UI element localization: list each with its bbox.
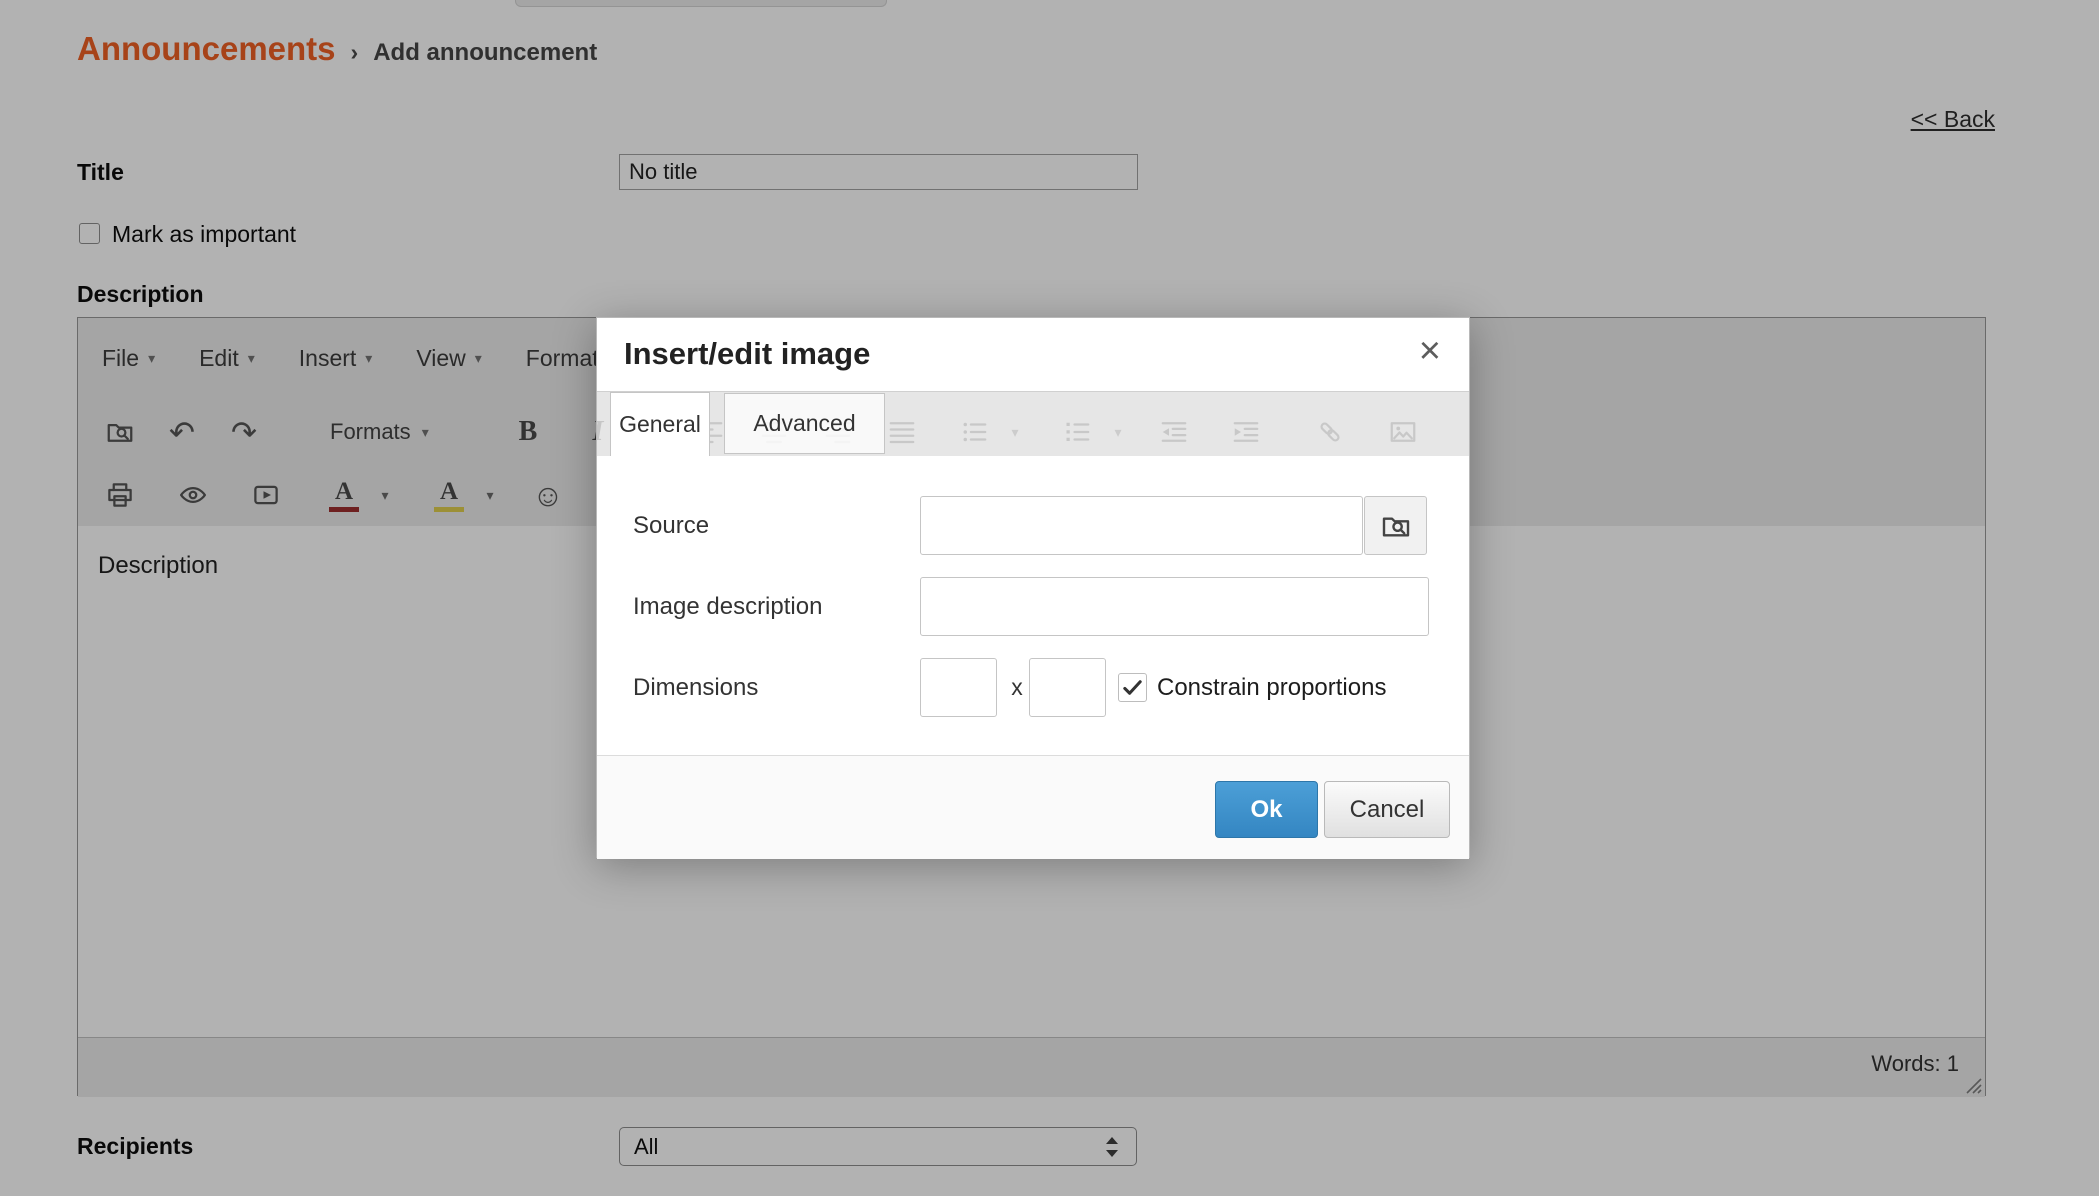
width-input[interactable] [920, 658, 997, 717]
dimensions-label: Dimensions [633, 658, 758, 717]
screen: Announcements › Add announcement << Back… [0, 0, 2099, 1196]
checkmark-icon [1121, 676, 1144, 699]
tab-general[interactable]: General [610, 392, 710, 456]
ok-button[interactable]: Ok [1215, 781, 1318, 838]
folder-search-icon [1380, 510, 1412, 542]
dimensions-row: Dimensions x Constrain proportions [597, 658, 1469, 717]
dialog-footer: Ok Cancel [597, 755, 1469, 859]
insert-edit-image-dialog: Insert/edit image × General Advanced Sou… [596, 317, 1470, 858]
dimensions-separator: x [1004, 658, 1030, 717]
cancel-button[interactable]: Cancel [1324, 781, 1450, 838]
constrain-proportions-checkbox[interactable] [1118, 673, 1147, 702]
tab-advanced[interactable]: Advanced [724, 393, 885, 454]
dialog-tabs: General Advanced [597, 392, 1469, 456]
source-input[interactable] [920, 496, 1363, 555]
source-label: Source [633, 496, 709, 555]
browse-button[interactable] [1364, 496, 1427, 555]
image-description-row: Image description [597, 577, 1469, 636]
constrain-proportions-label: Constrain proportions [1157, 658, 1386, 717]
source-row: Source [597, 496, 1469, 555]
dialog-body: Source Image description Dimensions x [597, 456, 1469, 755]
image-description-label: Image description [633, 577, 822, 636]
close-icon[interactable]: × [1419, 332, 1441, 370]
dialog-header: Insert/edit image × [597, 318, 1469, 392]
height-input[interactable] [1029, 658, 1106, 717]
dialog-title: Insert/edit image [624, 318, 870, 390]
image-description-input[interactable] [920, 577, 1429, 636]
